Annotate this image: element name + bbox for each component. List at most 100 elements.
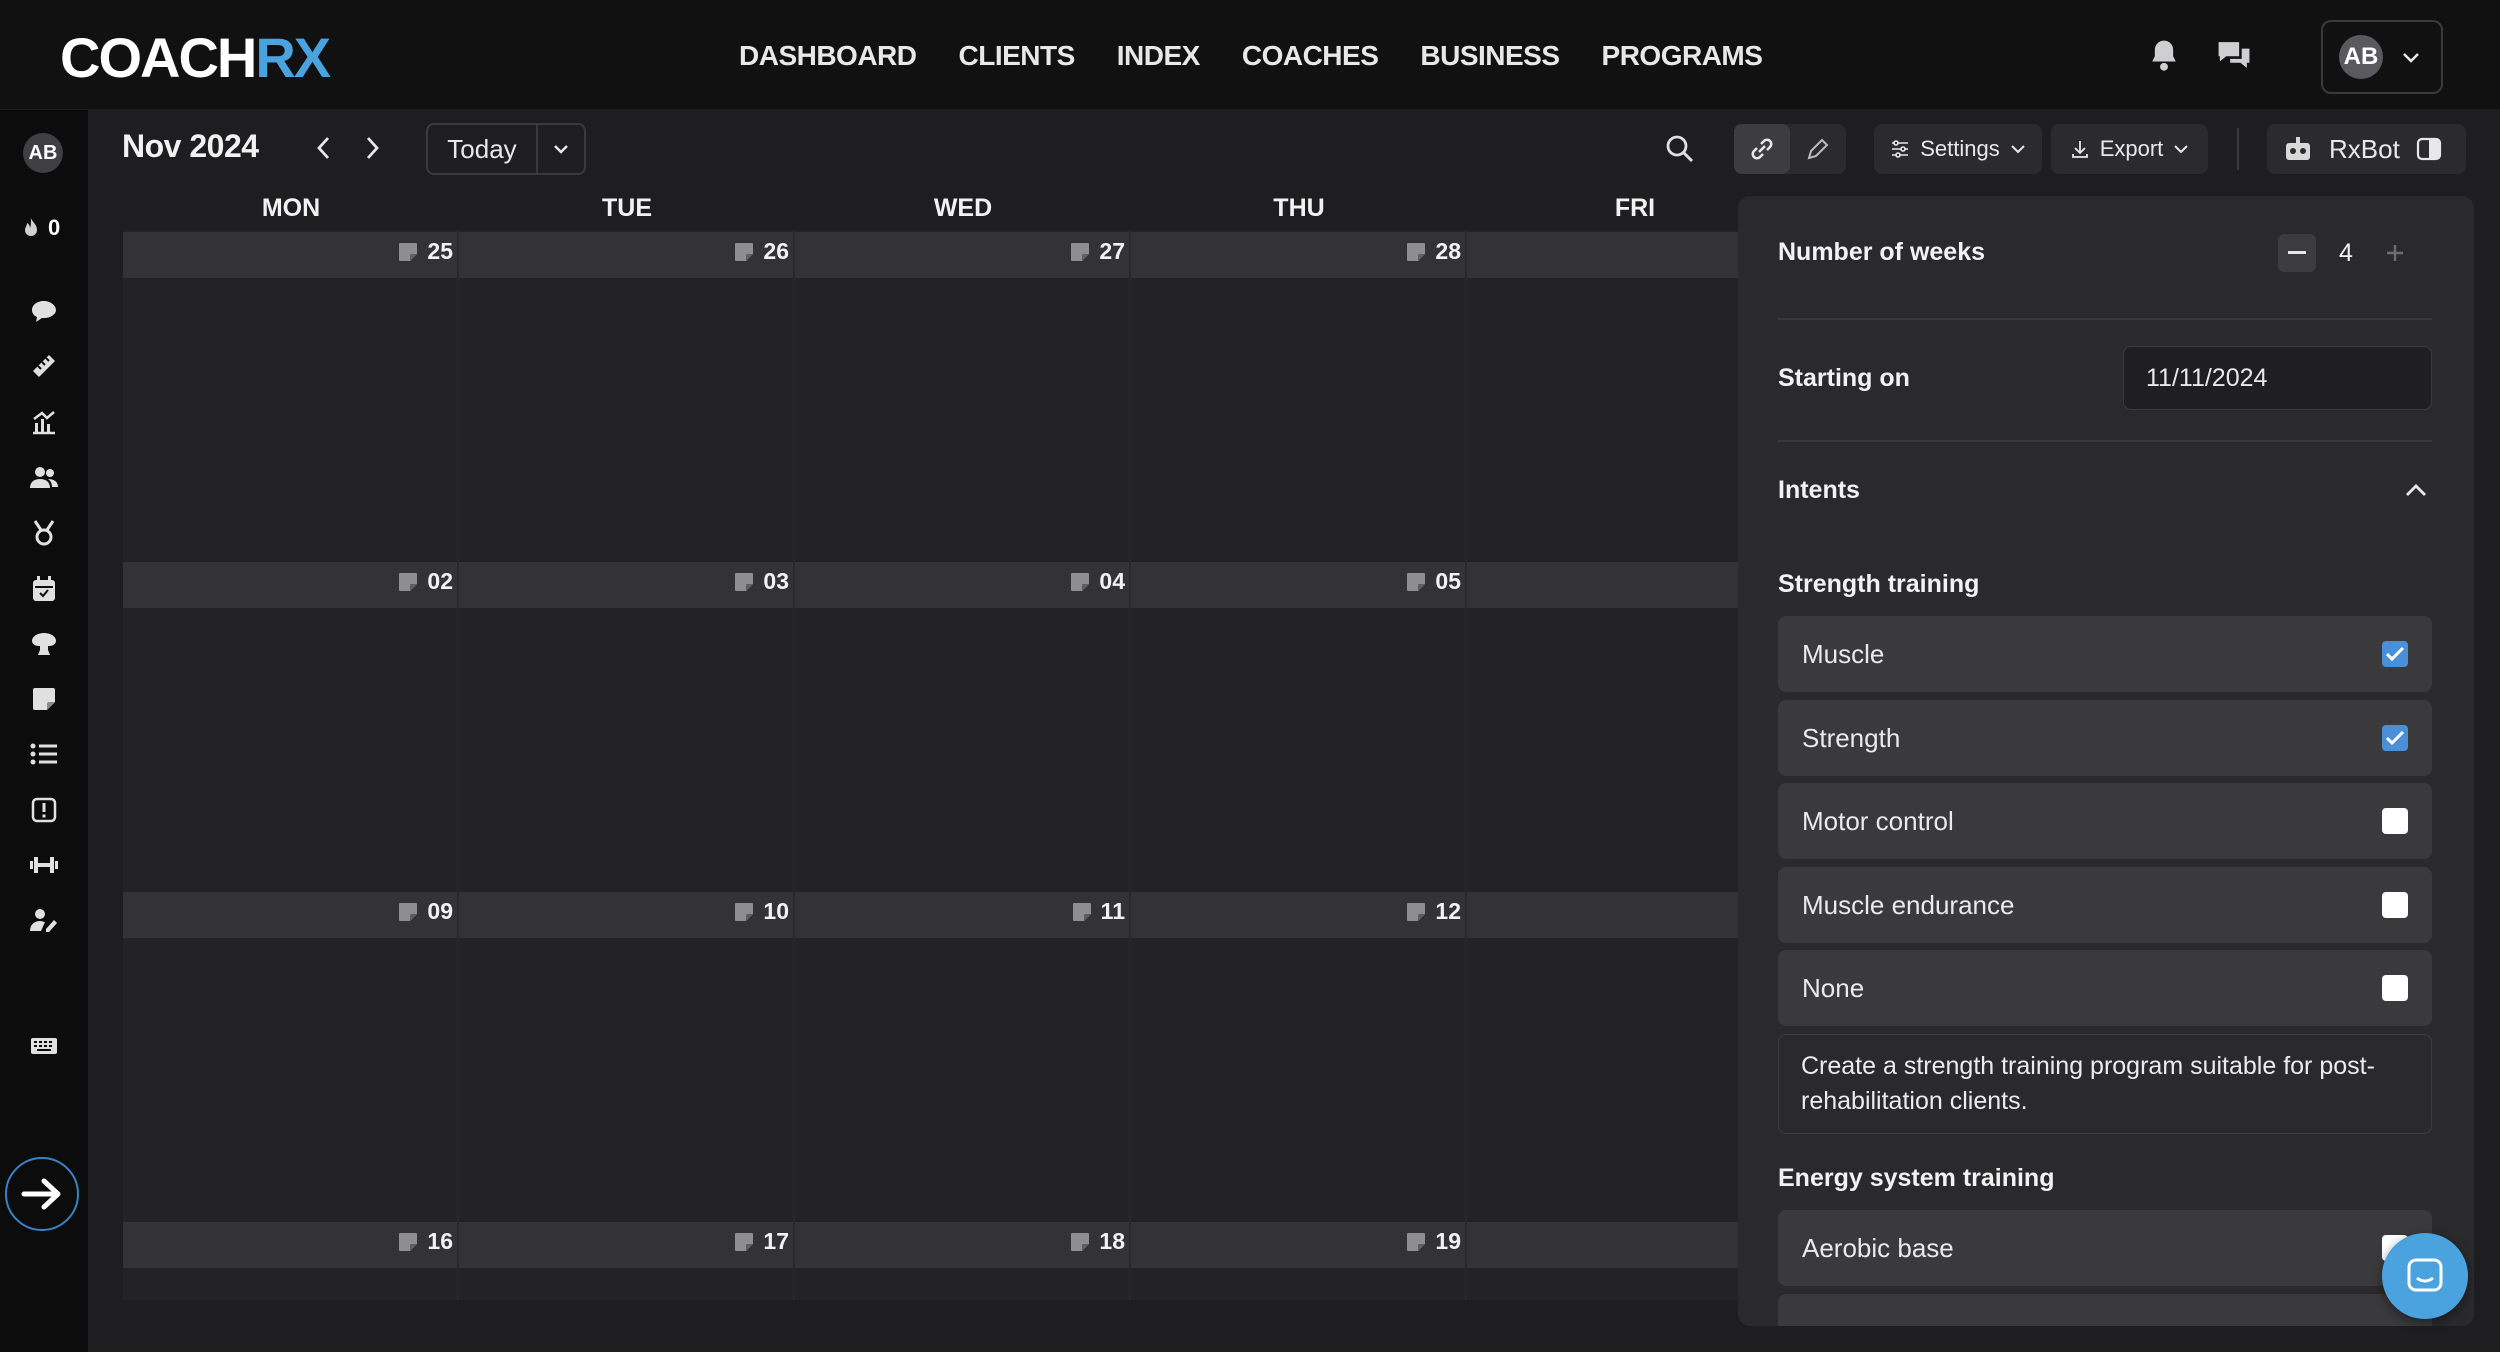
alert-icon[interactable]	[26, 792, 62, 828]
messages-icon[interactable]	[2214, 35, 2254, 75]
nav-coaches[interactable]: COACHES	[1242, 36, 1379, 76]
search-icon[interactable]	[1662, 131, 1698, 167]
day-cell[interactable]: 19	[1131, 1220, 1467, 1300]
today-dropdown-button[interactable]	[538, 125, 584, 173]
day-cell[interactable]: 17	[459, 1220, 795, 1300]
streak-count: 0	[48, 215, 61, 240]
add-note-icon[interactable]	[1405, 1231, 1427, 1253]
checkbox[interactable]	[2382, 808, 2408, 834]
add-note-icon[interactable]	[1405, 571, 1427, 593]
edit-mode-toggle[interactable]	[1790, 124, 1846, 174]
ruler-icon[interactable]	[26, 348, 62, 384]
add-note-icon[interactable]	[1405, 241, 1427, 263]
dumbbell-icon[interactable]	[26, 847, 62, 883]
add-note-icon[interactable]	[733, 901, 755, 923]
strength-notes-textarea[interactable]: Create a strength training program suita…	[1778, 1034, 2432, 1134]
add-note-icon[interactable]	[397, 1231, 419, 1253]
chat-icon[interactable]	[26, 294, 62, 330]
add-note-icon[interactable]	[733, 241, 755, 263]
user-menu[interactable]: AB	[2321, 20, 2443, 94]
start-date-input[interactable]: 11/11/2024	[2123, 346, 2432, 410]
streak-counter: 0	[22, 215, 60, 241]
date-number: 12	[1435, 898, 1461, 924]
intent-option-none[interactable]: None	[1778, 950, 2432, 1026]
prev-month-button[interactable]	[306, 130, 342, 166]
add-note-icon[interactable]	[1069, 241, 1091, 263]
day-cell[interactable]: 26	[459, 230, 795, 560]
nav-index[interactable]: INDEX	[1117, 36, 1201, 76]
settings-button[interactable]: Settings	[1874, 124, 2042, 174]
increment-weeks-button[interactable]	[2376, 234, 2414, 272]
checkbox[interactable]	[2382, 892, 2408, 918]
medal-icon[interactable]	[26, 515, 62, 551]
left-sidebar: AB 0	[0, 110, 88, 1352]
nav-programs[interactable]: PROGRAMS	[1602, 36, 1763, 76]
intent-option-muscle-endurance[interactable]: Muscle endurance	[1778, 867, 2432, 943]
bell-icon[interactable]	[2144, 35, 2184, 75]
expand-sidebar-button[interactable]	[5, 1157, 79, 1231]
top-navigation-bar: COACHRX DASHBOARD CLIENTS INDEX COACHES …	[0, 0, 2500, 110]
day-cell[interactable]: 25	[123, 230, 459, 560]
add-note-icon[interactable]	[1069, 571, 1091, 593]
analytics-icon[interactable]	[26, 404, 62, 440]
nav-dashboard[interactable]: DASHBOARD	[739, 36, 917, 76]
today-button[interactable]: Today	[428, 125, 538, 173]
day-header-wed: WED	[933, 194, 993, 222]
add-note-icon[interactable]	[1071, 901, 1093, 923]
intent-option-muscle[interactable]: Muscle	[1778, 616, 2432, 692]
users-icon[interactable]	[26, 460, 62, 496]
checkbox[interactable]	[2382, 975, 2408, 1001]
sidebar-avatar[interactable]: AB	[23, 133, 63, 173]
list-icon[interactable]	[26, 736, 62, 772]
day-cell[interactable]: 27	[795, 230, 1131, 560]
rxbot-toggle-button[interactable]: RxBot	[2267, 124, 2466, 174]
add-note-icon[interactable]	[1069, 1231, 1091, 1253]
intent-option-strength[interactable]: Strength	[1778, 700, 2432, 776]
nav-business[interactable]: BUSINESS	[1420, 36, 1560, 76]
brain-icon[interactable]	[26, 626, 62, 662]
day-cell[interactable]: 04	[795, 560, 1131, 890]
keyboard-icon[interactable]	[26, 1028, 62, 1064]
calendar-icon[interactable]	[26, 571, 62, 607]
day-cell[interactable]: 28	[1131, 230, 1467, 560]
add-note-icon[interactable]	[1405, 901, 1427, 923]
day-cell[interactable]: 11	[795, 890, 1131, 1220]
decrement-weeks-button[interactable]	[2278, 234, 2316, 272]
chevron-right-icon	[366, 137, 379, 159]
intent-option-partial[interactable]	[1778, 1294, 2432, 1326]
day-cell[interactable]: 10	[459, 890, 795, 1220]
link-mode-toggle[interactable]	[1734, 124, 1790, 174]
date-number: 28	[1435, 238, 1461, 264]
date-label: 11	[1071, 898, 1125, 925]
collapse-intents-button[interactable]	[2404, 482, 2428, 498]
day-cell[interactable]: 12	[1131, 890, 1467, 1220]
support-chat-button[interactable]	[2382, 1233, 2468, 1319]
add-note-icon[interactable]	[397, 901, 419, 923]
day-cell[interactable]: 16	[123, 1220, 459, 1300]
sidebar-panel-icon	[2416, 137, 2441, 161]
export-button[interactable]: Export	[2051, 124, 2208, 174]
coachrx-logo[interactable]: COACHRX	[60, 28, 331, 88]
day-cell[interactable]: 03	[459, 560, 795, 890]
note-icon[interactable]	[26, 681, 62, 717]
chevron-down-icon	[2011, 145, 2025, 154]
checkbox-checked[interactable]	[2382, 725, 2408, 751]
nav-clients[interactable]: CLIENTS	[959, 36, 1076, 76]
next-month-button[interactable]	[354, 130, 390, 166]
day-cell[interactable]: 02	[123, 560, 459, 890]
day-cell[interactable]: 18	[795, 1220, 1131, 1300]
strength-training-heading: Strength training	[1778, 570, 1980, 598]
date-label: 19	[1405, 1228, 1461, 1255]
add-note-icon[interactable]	[733, 1231, 755, 1253]
minus-icon	[2288, 251, 2306, 254]
intent-option-aerobic-base[interactable]: Aerobic base	[1778, 1210, 2432, 1286]
add-note-icon[interactable]	[397, 571, 419, 593]
day-cell[interactable]: 05	[1131, 560, 1467, 890]
add-note-icon[interactable]	[733, 571, 755, 593]
intent-option-motor-control[interactable]: Motor control	[1778, 783, 2432, 859]
day-cell[interactable]: 09	[123, 890, 459, 1220]
user-edit-icon[interactable]	[26, 902, 62, 938]
checkbox-checked[interactable]	[2382, 641, 2408, 667]
date-number: 26	[763, 238, 789, 264]
add-note-icon[interactable]	[397, 241, 419, 263]
